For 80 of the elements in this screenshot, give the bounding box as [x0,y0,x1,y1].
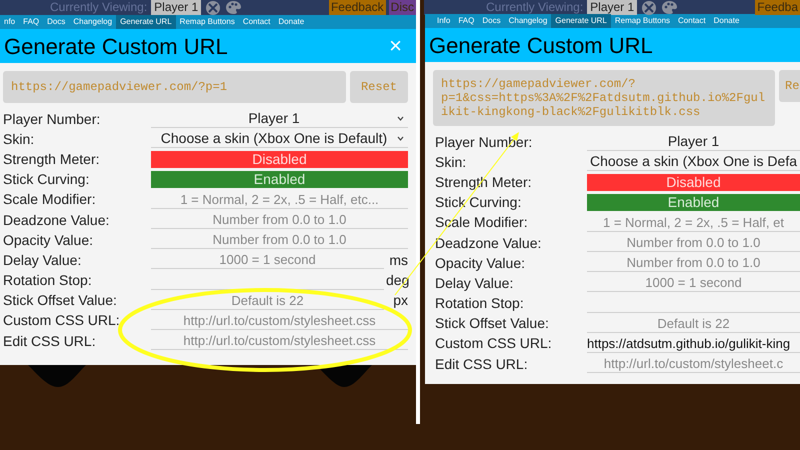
caret-icon [397,116,404,122]
nav-tab[interactable]: FAQ [454,14,478,28]
nav-tab[interactable]: Generate URL [116,15,176,29]
nav-tab[interactable]: Contact [674,14,710,28]
nav-tab[interactable]: Changelog [504,14,552,28]
field-label: Custom CSS URL: [3,311,121,330]
close-button[interactable]: × [389,35,402,57]
player-badge[interactable]: Player 1 [587,0,638,15]
input-field[interactable]: http://url.to/custom/stylesheet.css [151,332,408,350]
palette-icon[interactable] [661,0,678,15]
xbox-icon[interactable] [205,0,222,16]
toggle-button[interactable]: Enabled [151,171,408,188]
nav-tab[interactable]: Docs [43,15,70,29]
nav-tab[interactable]: nfo [0,15,20,29]
dialog-title: Generate Custom URL [4,32,228,60]
select-field[interactable]: Choose a skin (Xbox One is Defa [587,153,800,172]
field-label: Stick Curving: [3,170,90,190]
nav-tab[interactable]: Contact [238,15,274,29]
field-label: Delay Value: [435,274,514,293]
nav-tab[interactable]: Donate [274,15,308,29]
nav-tab[interactable]: Generate URL [551,14,611,28]
reset-button[interactable]: Reset [350,71,408,103]
unit-label: ms [388,250,408,270]
field-label: Strength Meter: [3,150,100,169]
field-label: Delay Value: [3,250,82,270]
input-field[interactable]: Number from 0.0 to 1.0 [587,234,800,252]
field-label: Skin: [435,152,468,172]
field-label: Opacity Value: [435,254,526,273]
dialog-title: Generate Custom URL [429,32,653,60]
select-field[interactable]: Player 1 [587,133,800,152]
input-field[interactable]: 1 = Normal, 2 = 2x, .5 = Half, et [587,214,800,232]
unit-label: px [392,291,408,310]
field-label: Stick Offset Value: [435,314,550,334]
field-label: Stick Offset Value: [3,291,118,310]
field-label: Player Number: [3,110,102,129]
url-output: https://gamepadviewer.com/?p=1 [3,71,346,103]
select-field[interactable]: Choose a skin (Xbox One is Default) [151,130,408,148]
field-label: Stick Curving: [435,193,522,212]
input-field[interactable]: Number from 0.0 to 1.0 [151,211,408,230]
toggle-button[interactable]: Disabled [587,174,800,191]
field-label: Skin: [3,130,36,149]
viewing-label: Currently Viewing: [50,0,148,15]
nav-tab[interactable]: Info [433,14,454,28]
top-bar-button[interactable]: Feedback [328,0,386,15]
input-field[interactable]: https://atdsutm.github.io/gulikit-king [587,334,800,353]
url-output: https://gamepadviewer.com/?p=1&css=https%3A%2F%2Fatdsutm.github.io%2Fgulikit-kingkong-black%2Fgulikitblk.css [433,70,775,126]
field-label: Deadzone Value: [3,210,110,230]
caret-icon [397,136,404,142]
xbox-icon[interactable] [641,0,658,16]
input-field[interactable]: 1000 = 1 second [587,274,800,292]
input-field[interactable]: 1000 = 1 second [151,251,384,270]
toggle-button[interactable]: Enabled [587,194,800,212]
player-badge[interactable]: Player 1 [151,0,202,15]
reset-button[interactable]: Re [779,70,800,102]
field-label: Edit CSS URL: [3,332,97,351]
field-label: Rotation Stop: [3,271,93,290]
top-bar-button[interactable]: Feedba [755,0,800,15]
field-label: Edit CSS URL: [435,354,529,374]
field-label: Rotation Stop: [435,294,525,314]
toggle-button[interactable]: Disabled [151,150,408,168]
select-field[interactable]: Player 1 [151,110,408,128]
nav-tab[interactable]: Remap Buttons [610,14,674,28]
input-field[interactable]: http://url.to/custom/stylesheet.c [587,355,800,374]
nav-tab[interactable]: Docs [478,14,505,28]
field-label: Deadzone Value: [435,234,542,253]
nav-tab[interactable]: FAQ [19,15,44,29]
input-field[interactable]: Number from 0.0 to 1.0 [587,254,800,272]
field-label: Custom CSS URL: [435,334,553,354]
input-field[interactable]: Default is 22 [587,314,800,333]
palette-icon[interactable] [225,0,242,15]
field-label: Opacity Value: [3,230,94,250]
nav-tab[interactable]: Remap Buttons [176,15,239,29]
field-label: Scale Modifier: [3,190,97,210]
input-field[interactable]: 1 = Normal, 2 = 2x, .5 = Half, etc... [151,190,408,209]
input-field[interactable]: Number from 0.0 to 1.0 [151,231,408,250]
viewing-label: Currently Viewing: [486,0,584,15]
input-field[interactable]: Default is 22 [151,292,384,310]
input-field[interactable]: http://url.to/custom/stylesheet.css [151,312,408,330]
nav-tab[interactable]: Changelog [69,15,116,29]
nav-tab[interactable]: Donate [710,14,744,28]
